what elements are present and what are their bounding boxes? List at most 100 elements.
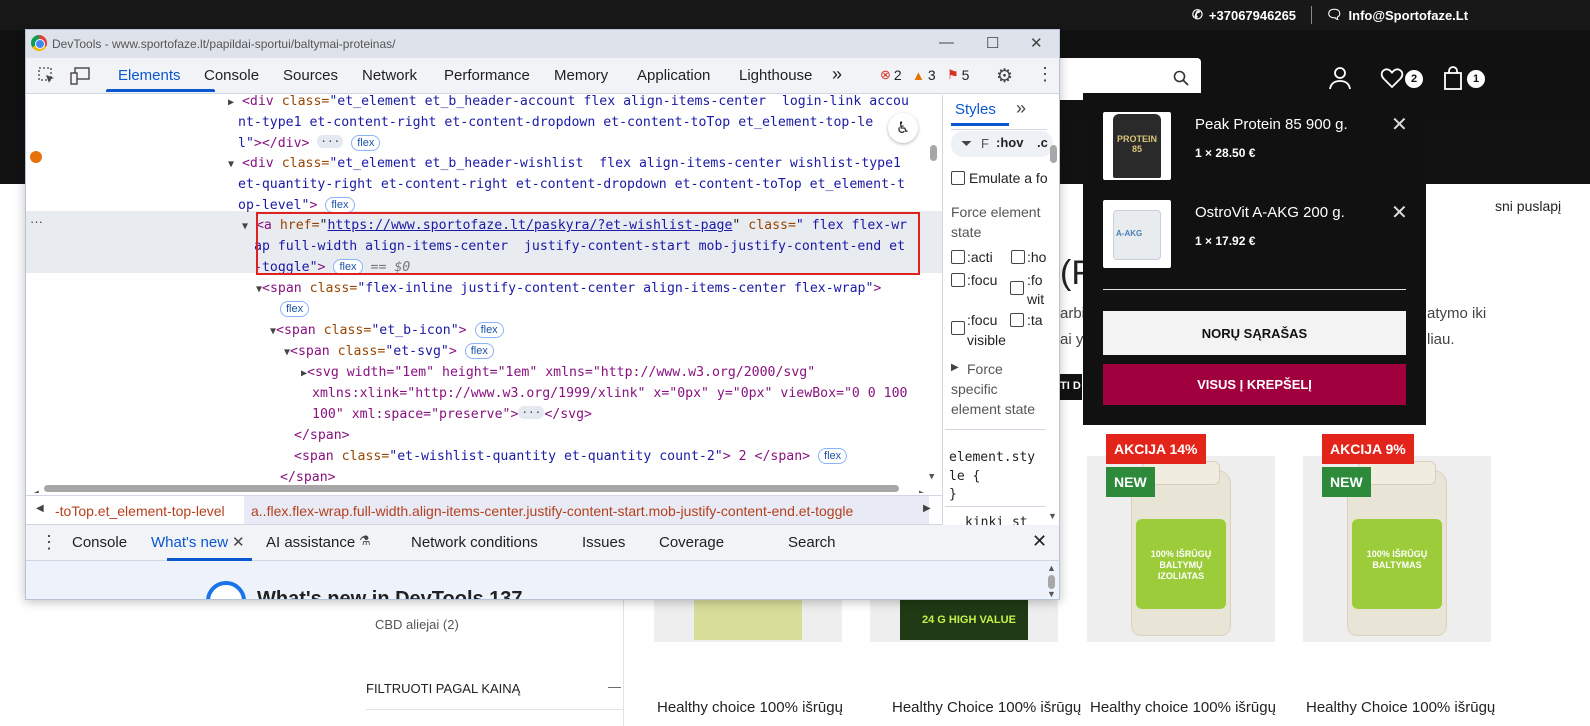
- scroll-left-arrow-icon[interactable]: ◀: [34, 483, 39, 493]
- next-style-rule[interactable]: kinki st: [965, 515, 1028, 525]
- issues-counter[interactable]: ⚑ 5: [947, 67, 969, 83]
- maximize-icon[interactable]: ☐: [986, 34, 999, 52]
- close-window-icon[interactable]: ✕: [1030, 34, 1043, 52]
- product-thumbnail[interactable]: A-AKG: [1103, 200, 1171, 268]
- breadcrumb-node[interactable]: -toTop.et_element-top-level: [55, 503, 225, 519]
- tab-memory[interactable]: Memory: [554, 67, 608, 84]
- device-toolbar-icon[interactable]: [70, 67, 90, 89]
- dom-node-line[interactable]: ▶<svg width="1em" height="1em" xmlns="ht…: [301, 363, 815, 385]
- sidebar-category-item[interactable]: CBD aliejai (2): [375, 617, 459, 632]
- elements-dom-tree[interactable]: ▶ <div class="et_element et_b_header-acc…: [26, 95, 942, 493]
- styles-scrollbar-thumb[interactable]: [1050, 145, 1057, 163]
- tab-console[interactable]: Console: [204, 67, 259, 84]
- drawer-tab-coverage[interactable]: Coverage: [659, 534, 724, 551]
- element-style-rule[interactable]: element.sty le {: [949, 448, 1035, 486]
- dom-node-line[interactable]: xmlns:xlink="http://www.w3.org/1999/xlin…: [312, 384, 907, 405]
- dom-node-line[interactable]: et-quantity-right et-content-right et-co…: [238, 175, 905, 196]
- hov-toggle[interactable]: :hov: [996, 135, 1023, 150]
- row-more-dots-icon[interactable]: ···: [30, 212, 43, 233]
- cart-bag-icon[interactable]: [1443, 66, 1463, 95]
- target-checkbox[interactable]: [1010, 313, 1024, 327]
- flex-badge[interactable]: flex: [325, 197, 355, 213]
- tab-elements[interactable]: Elements: [118, 67, 181, 84]
- drawer-tab-whats-new[interactable]: What's new: [151, 534, 228, 551]
- hover-checkbox[interactable]: [1011, 250, 1025, 264]
- drawer-tab-console[interactable]: Console: [72, 534, 127, 551]
- close-tab-icon[interactable]: ✕: [232, 533, 245, 551]
- emulate-focus-checkbox[interactable]: [951, 171, 965, 185]
- flex-badge[interactable]: flex: [474, 322, 504, 338]
- drawer-tab-ai-assistance[interactable]: AI assistance: [266, 534, 355, 551]
- product-title[interactable]: Healthy choice 100% išrūgų: [1090, 699, 1276, 716]
- dom-node-line[interactable]: </span>: [294, 426, 350, 447]
- product-image[interactable]: [654, 600, 842, 642]
- dom-node-line[interactable]: ▼<span class="et_b-icon"> flex: [270, 321, 504, 343]
- devtools-titlebar[interactable]: DevTools - www.sportofaze.lt/papildai-sp…: [26, 30, 1059, 58]
- page-breadcrumb-fragment[interactable]: sni puslapį: [1495, 198, 1561, 214]
- dom-node-line[interactable]: ▶ <div class="et_element et_b_header-acc…: [228, 95, 909, 114]
- phone-contact[interactable]: ✆ +37067946265: [1192, 7, 1296, 23]
- horizontal-scrollbar[interactable]: ◀ ▶: [34, 483, 934, 493]
- vertical-scrollbar-thumb[interactable]: [930, 145, 937, 161]
- filter-price-heading[interactable]: FILTRUOTI PAGAL KAINĄ: [366, 681, 520, 696]
- breadcrumb-left-arrow-icon[interactable]: ◀: [36, 503, 44, 514]
- breakpoint-dot-icon[interactable]: [30, 151, 42, 163]
- drawer-scroll-down-icon[interactable]: ▼: [1047, 589, 1056, 599]
- flex-badge[interactable]: flex: [818, 448, 848, 464]
- settings-gear-icon[interactable]: ⚙: [996, 65, 1013, 88]
- mini-cart-item-name[interactable]: OstroVit A-AKG 200 g.: [1195, 204, 1345, 221]
- tab-styles[interactable]: Styles: [955, 101, 996, 118]
- remove-item-close-icon[interactable]: ✕: [1391, 112, 1408, 137]
- dom-node-line[interactable]: ▼ <div class="et_element et_b_header-wis…: [228, 154, 901, 176]
- mini-cart-item-name[interactable]: Peak Protein 85 900 g.: [1195, 116, 1348, 133]
- close-drawer-icon[interactable]: ✕: [1032, 531, 1047, 552]
- remove-item-close-icon[interactable]: ✕: [1391, 200, 1408, 225]
- drawer-scrollbar-thumb[interactable]: [1048, 575, 1055, 589]
- product-title[interactable]: Healthy Choice 100% išrūgų: [892, 699, 1081, 716]
- warnings-counter[interactable]: ▲ 3: [912, 67, 936, 83]
- breadcrumb-right-arrow-icon[interactable]: ▶: [923, 503, 931, 514]
- tab-application[interactable]: Application: [637, 67, 710, 84]
- collapsed-children-chip[interactable]: ···: [317, 135, 344, 148]
- scroll-right-arrow-icon[interactable]: ▶: [919, 483, 924, 493]
- accessibility-icon[interactable]: ♿: [888, 113, 918, 143]
- wishlist-button[interactable]: NORŲ SĄRAŠAS: [1103, 311, 1406, 355]
- styles-scroll-down-icon[interactable]: ▼: [1048, 511, 1057, 521]
- dom-node-line[interactable]: ▼<span class="et-svg"> flex: [284, 342, 494, 364]
- product-image[interactable]: 24 G HIGH VALUE: [870, 600, 1058, 642]
- more-sidebar-tabs-chevron-icon[interactable]: »: [1016, 98, 1026, 119]
- page-button-fragment[interactable]: TI D: [1060, 374, 1082, 400]
- drawer-menu-kebab-icon[interactable]: ⋮: [40, 532, 58, 553]
- tab-lighthouse[interactable]: Lighthouse: [739, 67, 812, 84]
- product-title[interactable]: Healthy Choice 100% išrūgų: [1306, 699, 1495, 716]
- filter-collapse-toggle[interactable]: —: [608, 679, 621, 694]
- collapsed-children-chip[interactable]: ···: [518, 406, 545, 419]
- force-specific-state-toggle[interactable]: Force specific element state: [951, 359, 1051, 419]
- dom-node-line[interactable]: 100" xml:space="preserve"> ··· </svg>: [312, 405, 592, 426]
- account-icon[interactable]: [1328, 66, 1352, 95]
- minimize-icon[interactable]: —: [939, 34, 954, 51]
- dom-node-line[interactable]: l"></div> ··· flex: [238, 134, 381, 155]
- drawer-tab-issues[interactable]: Issues: [582, 534, 625, 551]
- dom-node-line[interactable]: <span class="et-wishlist-quantity et-qua…: [294, 447, 848, 468]
- horizontal-scrollbar-thumb[interactable]: [44, 485, 899, 492]
- more-tabs-chevron-icon[interactable]: »: [832, 64, 842, 85]
- tab-network[interactable]: Network: [362, 67, 417, 84]
- flex-badge[interactable]: flex: [351, 135, 381, 151]
- focus-within-checkbox[interactable]: [1010, 281, 1024, 295]
- dom-node-line[interactable]: ▼<span class="flex-inline justify-conten…: [256, 279, 881, 301]
- add-all-to-cart-button[interactable]: VISUS Į KREPŠELĮ: [1103, 364, 1406, 405]
- flex-badge[interactable]: flex: [464, 343, 494, 359]
- email-contact[interactable]: 🗨 Info@Sportofaze.Lt: [1326, 7, 1468, 23]
- flex-badge[interactable]: flex: [280, 301, 310, 317]
- dom-node-line[interactable]: nt-type1 et-content-right et-content-dro…: [238, 113, 873, 134]
- breadcrumb-node-selected[interactable]: a..flex.flex-wrap.full-width.align-items…: [251, 503, 853, 519]
- dom-node-line[interactable]: flex: [280, 300, 310, 321]
- drawer-tab-network-conditions[interactable]: Network conditions: [411, 534, 538, 551]
- tab-performance[interactable]: Performance: [444, 67, 530, 84]
- drawer-scroll-up-icon[interactable]: ▲: [1047, 563, 1056, 573]
- cls-toggle[interactable]: .c: [1037, 135, 1048, 150]
- product-title[interactable]: Healthy choice 100% išrūgų: [657, 699, 843, 716]
- product-thumbnail[interactable]: PROTEIN 85: [1103, 112, 1171, 180]
- active-checkbox[interactable]: [951, 250, 965, 264]
